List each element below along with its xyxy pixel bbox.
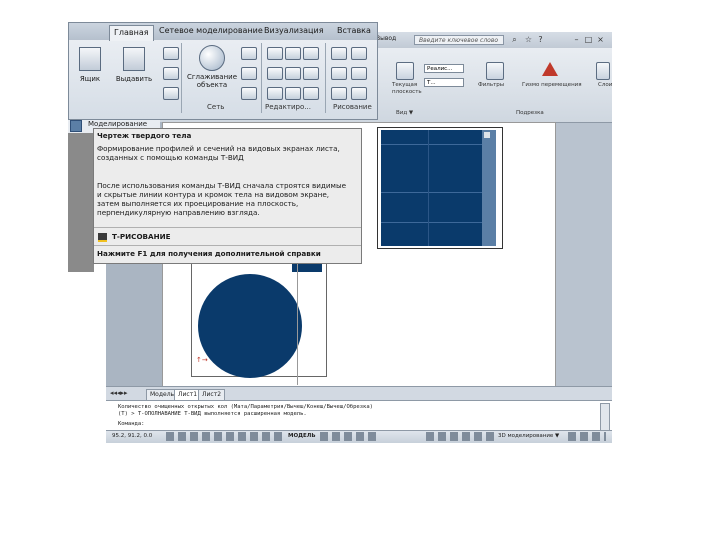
edit-tool-icon[interactable] bbox=[267, 47, 283, 60]
annotation-tools[interactable] bbox=[426, 432, 496, 441]
command-scrollbar[interactable] bbox=[600, 403, 610, 431]
tab-insert[interactable]: Вставка bbox=[337, 26, 371, 35]
solid-3d-shape bbox=[381, 130, 483, 246]
modeling-icon bbox=[70, 120, 82, 132]
view-group-label: Вид ▼ bbox=[396, 110, 414, 116]
tab-mesh-modeling[interactable]: Сетевое моделирование bbox=[159, 26, 263, 35]
extrude-button-label[interactable]: Выдавить bbox=[113, 75, 155, 83]
layers-icon[interactable] bbox=[596, 62, 610, 80]
maximize-button[interactable]: □ bbox=[584, 35, 593, 44]
box-button-label[interactable]: Ящик bbox=[75, 75, 105, 83]
minimize-button[interactable]: – bbox=[572, 35, 581, 44]
tooltip-divider bbox=[94, 245, 361, 246]
group-separator bbox=[325, 43, 326, 113]
edge-line bbox=[428, 130, 429, 246]
ribbon-tabs: Главная Сетевое моделирование Визуализац… bbox=[69, 23, 377, 41]
edit-tool-icon[interactable] bbox=[285, 87, 301, 100]
command-prompt[interactable]: Команда: bbox=[118, 421, 145, 427]
draw-tool-icon[interactable] bbox=[351, 47, 367, 60]
group-separator bbox=[261, 43, 262, 113]
tooltip-details: После использования команды Т-ВИД сначал… bbox=[97, 181, 347, 217]
solid-tool-icon[interactable] bbox=[163, 87, 179, 100]
solid-tool-icon[interactable] bbox=[163, 47, 179, 60]
status-bar: 95.2, 91.2, 0.0 МОДЕЛЬ 3D моделирование … bbox=[106, 430, 612, 443]
draw-tool-icon[interactable] bbox=[331, 87, 347, 100]
tooltip-divider bbox=[94, 227, 361, 228]
clip-group-label: Подрезка bbox=[516, 110, 544, 116]
viewport-scroll-thumb[interactable] bbox=[484, 132, 490, 138]
tooltip-help-hint: Нажмите F1 для получения дополнительной … bbox=[97, 249, 321, 258]
navigation-tools[interactable] bbox=[320, 432, 376, 441]
box-icon[interactable] bbox=[79, 47, 101, 71]
visual-style-select[interactable]: Реалис... bbox=[424, 64, 464, 73]
group-label-draw[interactable]: Рисование bbox=[333, 103, 372, 111]
ucs-icon[interactable] bbox=[396, 62, 414, 80]
smooth-object-icon[interactable] bbox=[199, 45, 225, 71]
smooth-object-label[interactable]: Сглаживание объекта bbox=[185, 73, 239, 89]
command-history-line: (Т) > Т-ОПОЛНАВАНИЕ Т-ВИД выполняется ра… bbox=[118, 411, 307, 417]
tab-render[interactable]: Визуализация bbox=[264, 26, 324, 35]
tab-home[interactable]: Главная bbox=[109, 25, 154, 41]
mesh-tool-icon[interactable] bbox=[241, 67, 257, 80]
draw-tool-icon[interactable] bbox=[331, 47, 347, 60]
tooltip-command: Т-РИСОВАНИЕ bbox=[112, 232, 171, 241]
tooltip-description: Формирование профилей и сечений на видов… bbox=[97, 144, 340, 162]
group-label-modify[interactable]: Редактиро... bbox=[265, 103, 311, 111]
ribbon-home: Главная Сетевое моделирование Визуализац… bbox=[68, 22, 378, 120]
tooltip-solid-drawing: Чертеж твердого тела Формирование профил… bbox=[93, 128, 362, 264]
draw-tool-icon[interactable] bbox=[351, 67, 367, 80]
edit-tool-icon[interactable] bbox=[303, 87, 319, 100]
close-button[interactable]: × bbox=[596, 35, 605, 44]
filters-icon[interactable] bbox=[486, 62, 504, 80]
edge-line bbox=[381, 192, 483, 193]
search-input[interactable]: Введите ключевое слово bbox=[414, 35, 504, 45]
draw-tool-icon[interactable] bbox=[331, 67, 347, 80]
circle-projection bbox=[198, 274, 302, 378]
mesh-tool-icon[interactable] bbox=[241, 47, 257, 60]
command-history-line: Количество очищенных открытых кол (Мата/… bbox=[118, 404, 373, 410]
move-gizmo-icon[interactable] bbox=[542, 62, 558, 76]
coordinates-readout: 95.2, 91.2, 0.0 bbox=[112, 433, 153, 439]
command-icon bbox=[98, 233, 107, 242]
layout-tabs-bar: ◂◂◂▸▸ Модель Лист1 Лист2 bbox=[106, 386, 612, 401]
group-separator bbox=[181, 43, 182, 113]
extrude-icon[interactable] bbox=[123, 47, 145, 71]
edit-tool-icon[interactable] bbox=[267, 67, 283, 80]
menu-item-label: Моделирование bbox=[88, 120, 148, 128]
tray-icons[interactable] bbox=[568, 432, 606, 441]
drafting-toggles[interactable] bbox=[166, 432, 286, 441]
draw-tool-icon[interactable] bbox=[351, 87, 367, 100]
group-label-mesh[interactable]: Сеть bbox=[207, 103, 224, 111]
command-window[interactable]: Количество очищенных открытых кол (Мата/… bbox=[106, 400, 612, 431]
solid-tool-icon[interactable] bbox=[163, 67, 179, 80]
search-icon[interactable]: ⌕ bbox=[510, 35, 519, 44]
mesh-tool-icon[interactable] bbox=[241, 87, 257, 100]
edit-tool-icon[interactable] bbox=[267, 87, 283, 100]
favorites-icon[interactable]: ☆ bbox=[524, 35, 533, 44]
help-icon[interactable]: ? bbox=[536, 35, 545, 44]
tooltip-title: Чертеж твердого тела bbox=[97, 131, 192, 140]
edit-tool-icon[interactable] bbox=[285, 47, 301, 60]
viewport-3d[interactable] bbox=[377, 127, 503, 249]
edit-tool-icon[interactable] bbox=[303, 47, 319, 60]
edit-tool-icon[interactable] bbox=[285, 67, 301, 80]
ucs-icon: ↑→ bbox=[196, 356, 208, 364]
layers-label: Слои bbox=[598, 82, 613, 88]
edge-line bbox=[381, 144, 483, 145]
tab-nav-arrows[interactable]: ◂◂◂▸▸ bbox=[110, 389, 128, 397]
filters-label: Фильтры bbox=[478, 82, 505, 88]
model-space-button[interactable]: МОДЕЛЬ bbox=[288, 433, 316, 439]
gizmo-label: Гизмо перемещения bbox=[522, 82, 582, 88]
view-select[interactable]: Т... bbox=[424, 78, 464, 87]
workspace-switch[interactable]: 3D моделирование ▼ bbox=[498, 433, 559, 439]
edit-tool-icon[interactable] bbox=[303, 67, 319, 80]
ribbon-tab-output[interactable]: Вывод bbox=[376, 35, 396, 42]
current-plane-label: Текущая плоскость bbox=[392, 82, 422, 95]
viewport-scroll-edge bbox=[482, 130, 496, 246]
edge-line bbox=[381, 222, 483, 223]
